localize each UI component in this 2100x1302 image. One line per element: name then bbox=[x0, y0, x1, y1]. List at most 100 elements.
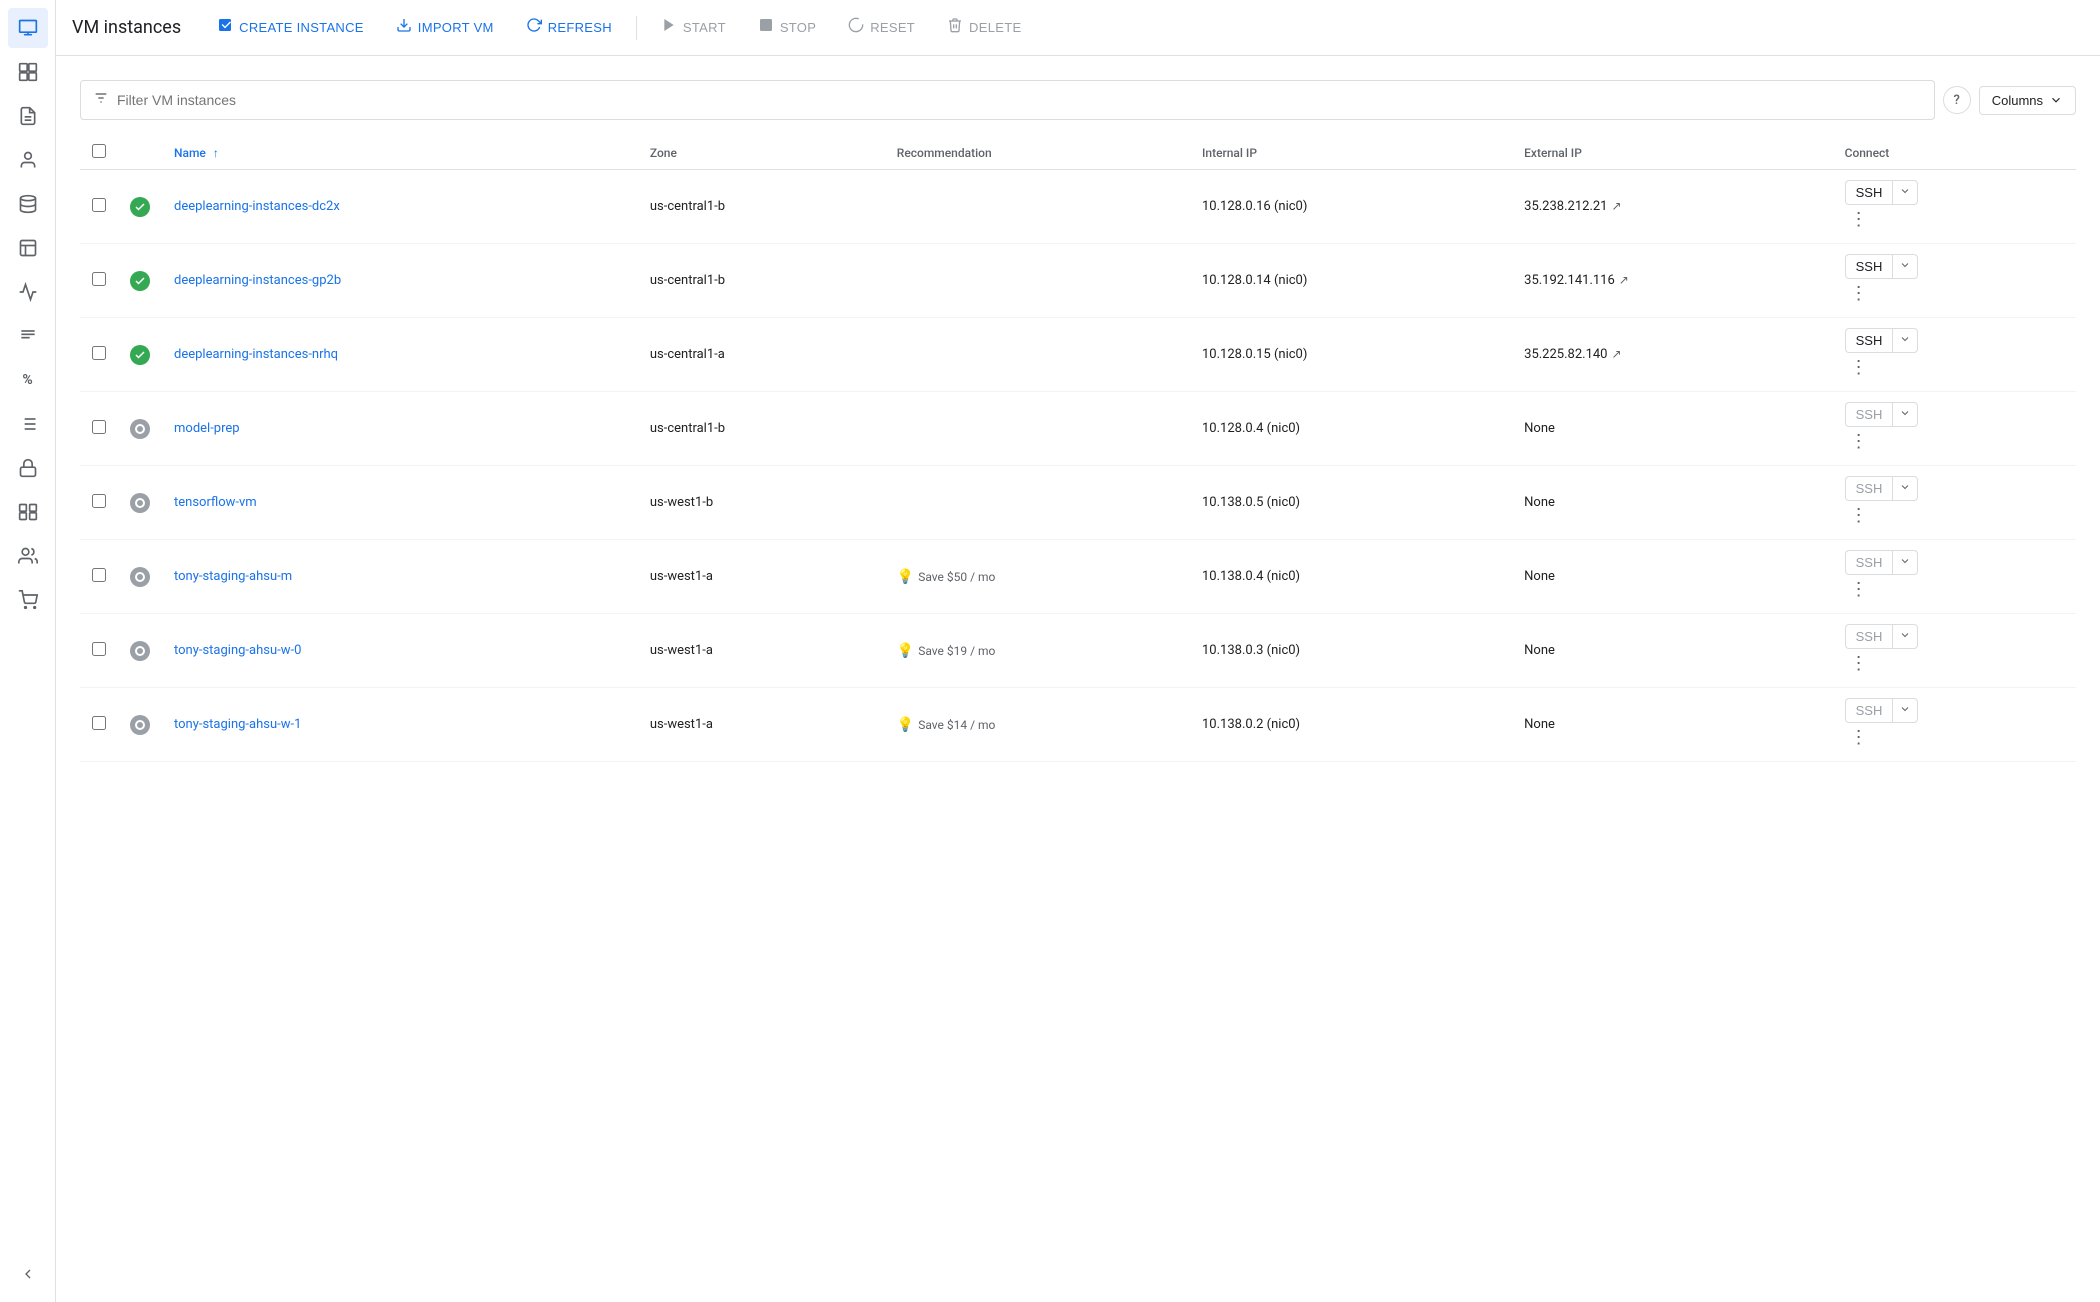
instance-name[interactable]: model-prep bbox=[174, 421, 240, 436]
row-internal-ip: 10.128.0.16 (nic0) bbox=[1202, 199, 1307, 214]
refresh-button[interactable]: REFRESH bbox=[514, 11, 624, 44]
columns-button[interactable]: Columns bbox=[1979, 86, 2076, 115]
row-checkbox[interactable] bbox=[92, 716, 106, 730]
row-status-cell bbox=[118, 688, 162, 762]
ssh-dropdown-button[interactable] bbox=[1892, 624, 1918, 649]
ssh-button[interactable]: SSH bbox=[1845, 180, 1893, 205]
sidebar-item-instance-groups[interactable] bbox=[8, 52, 48, 92]
ssh-dropdown-button[interactable] bbox=[1892, 328, 1918, 353]
ssh-dropdown-button[interactable] bbox=[1892, 402, 1918, 427]
row-internal-ip: 10.128.0.14 (nic0) bbox=[1202, 273, 1307, 288]
sidebar-item-snapshots[interactable] bbox=[8, 228, 48, 268]
sidebar-item-monitoring[interactable] bbox=[8, 272, 48, 312]
row-status-cell bbox=[118, 244, 162, 318]
row-internal-ip: 10.138.0.3 (nic0) bbox=[1202, 643, 1300, 658]
more-options-button[interactable]: ⋮ bbox=[1845, 427, 1873, 455]
more-options-button[interactable]: ⋮ bbox=[1845, 353, 1873, 381]
recommendation-cell: 💡 Save $50 / mo bbox=[897, 569, 1178, 585]
more-options-button[interactable]: ⋮ bbox=[1845, 723, 1873, 751]
sidebar-item-people[interactable] bbox=[8, 536, 48, 576]
more-options-button[interactable]: ⋮ bbox=[1845, 279, 1873, 307]
row-status-cell bbox=[118, 170, 162, 244]
sidebar-item-vm[interactable] bbox=[8, 8, 48, 48]
row-external-ip-cell: 35.192.141.116↗ bbox=[1512, 244, 1832, 318]
delete-button[interactable]: DELETE bbox=[935, 11, 1033, 44]
sidebar-item-operations[interactable] bbox=[8, 404, 48, 444]
instance-name[interactable]: tony-staging-ahsu-w-1 bbox=[174, 717, 301, 732]
instance-name[interactable]: deeplearning-instances-nrhq bbox=[174, 347, 338, 362]
ssh-dropdown-button[interactable] bbox=[1892, 698, 1918, 723]
row-recommendation-cell bbox=[885, 392, 1190, 466]
external-link-icon[interactable]: ↗ bbox=[1612, 347, 1622, 361]
row-checkbox-cell bbox=[80, 392, 118, 466]
import-vm-button[interactable]: IMPORT VM bbox=[384, 11, 506, 44]
header-name[interactable]: Name ↑ bbox=[162, 136, 638, 170]
instance-name[interactable]: tony-staging-ahsu-w-0 bbox=[174, 643, 301, 658]
sidebar-item-marketplace[interactable] bbox=[8, 492, 48, 532]
table-row: deeplearning-instances-gp2b us-central1-… bbox=[80, 244, 2076, 318]
row-checkbox[interactable] bbox=[92, 494, 106, 508]
reset-button[interactable]: RESET bbox=[836, 11, 927, 44]
instance-name[interactable]: deeplearning-instances-dc2x bbox=[174, 199, 340, 214]
instance-name[interactable]: deeplearning-instances-gp2b bbox=[174, 273, 341, 288]
sidebar-collapse-button[interactable] bbox=[8, 1254, 48, 1294]
more-options-button[interactable]: ⋮ bbox=[1845, 575, 1873, 603]
row-name-cell: tony-staging-ahsu-w-1 bbox=[162, 688, 638, 762]
row-zone: us-central1-b bbox=[650, 199, 725, 214]
row-checkbox[interactable] bbox=[92, 272, 106, 286]
start-button[interactable]: START bbox=[649, 11, 738, 44]
filter-icon bbox=[93, 90, 109, 110]
instance-name[interactable]: tony-staging-ahsu-m bbox=[174, 569, 292, 584]
filter-bar: ? Columns bbox=[80, 80, 2076, 120]
sidebar-item-security[interactable] bbox=[8, 448, 48, 488]
help-icon[interactable]: ? bbox=[1943, 86, 1971, 114]
row-checkbox[interactable] bbox=[92, 420, 106, 434]
external-link-icon[interactable]: ↗ bbox=[1619, 273, 1629, 287]
header-zone: Zone bbox=[638, 136, 885, 170]
sidebar-item-disks[interactable] bbox=[8, 184, 48, 224]
sidebar-item-iam[interactable] bbox=[8, 140, 48, 180]
create-instance-button[interactable]: CREATE INSTANCE bbox=[205, 11, 376, 44]
select-all-checkbox[interactable] bbox=[92, 144, 106, 158]
ssh-button[interactable]: SSH bbox=[1845, 550, 1893, 575]
stop-button[interactable]: STOP bbox=[746, 11, 828, 44]
ssh-dropdown-button[interactable] bbox=[1892, 476, 1918, 501]
external-link-icon[interactable]: ↗ bbox=[1612, 199, 1622, 213]
sort-asc-icon: ↑ bbox=[213, 146, 219, 160]
sidebar: % bbox=[0, 0, 56, 1302]
row-checkbox[interactable] bbox=[92, 346, 106, 360]
recommendation-text: Save $14 / mo bbox=[918, 718, 995, 732]
import-vm-label: IMPORT VM bbox=[418, 20, 494, 35]
ssh-button[interactable]: SSH bbox=[1845, 476, 1893, 501]
row-name-cell: tony-staging-ahsu-w-0 bbox=[162, 614, 638, 688]
ssh-dropdown-button[interactable] bbox=[1892, 180, 1918, 205]
sidebar-item-committed-use[interactable]: % bbox=[8, 360, 48, 400]
more-options-button[interactable]: ⋮ bbox=[1845, 501, 1873, 529]
ssh-button[interactable]: SSH bbox=[1845, 402, 1893, 427]
row-zone: us-central1-b bbox=[650, 421, 725, 436]
ssh-button[interactable]: SSH bbox=[1845, 254, 1893, 279]
toolbar-separator-1 bbox=[636, 16, 637, 40]
row-connect-cell: SSH ⋮ bbox=[1833, 614, 2076, 688]
sidebar-item-metadata[interactable] bbox=[8, 316, 48, 356]
ssh-dropdown-icon bbox=[1899, 259, 1911, 271]
row-checkbox[interactable] bbox=[92, 568, 106, 582]
more-options-button[interactable]: ⋮ bbox=[1845, 649, 1873, 677]
more-options-button[interactable]: ⋮ bbox=[1845, 205, 1873, 233]
ssh-dropdown-button[interactable] bbox=[1892, 254, 1918, 279]
sidebar-item-billing[interactable] bbox=[8, 580, 48, 620]
ssh-button[interactable]: SSH bbox=[1845, 698, 1893, 723]
row-checkbox[interactable] bbox=[92, 642, 106, 656]
ssh-wrap: SSH bbox=[1845, 402, 2064, 427]
ssh-dropdown-icon bbox=[1899, 333, 1911, 345]
sidebar-item-docs[interactable] bbox=[8, 96, 48, 136]
columns-label: Columns bbox=[1992, 93, 2043, 108]
ssh-button[interactable]: SSH bbox=[1845, 328, 1893, 353]
status-stopped-icon bbox=[130, 715, 150, 735]
row-checkbox[interactable] bbox=[92, 198, 106, 212]
bulb-icon: 💡 bbox=[897, 717, 914, 733]
filter-input[interactable] bbox=[117, 92, 1922, 108]
instance-name[interactable]: tensorflow-vm bbox=[174, 495, 257, 510]
ssh-dropdown-button[interactable] bbox=[1892, 550, 1918, 575]
ssh-button[interactable]: SSH bbox=[1845, 624, 1893, 649]
